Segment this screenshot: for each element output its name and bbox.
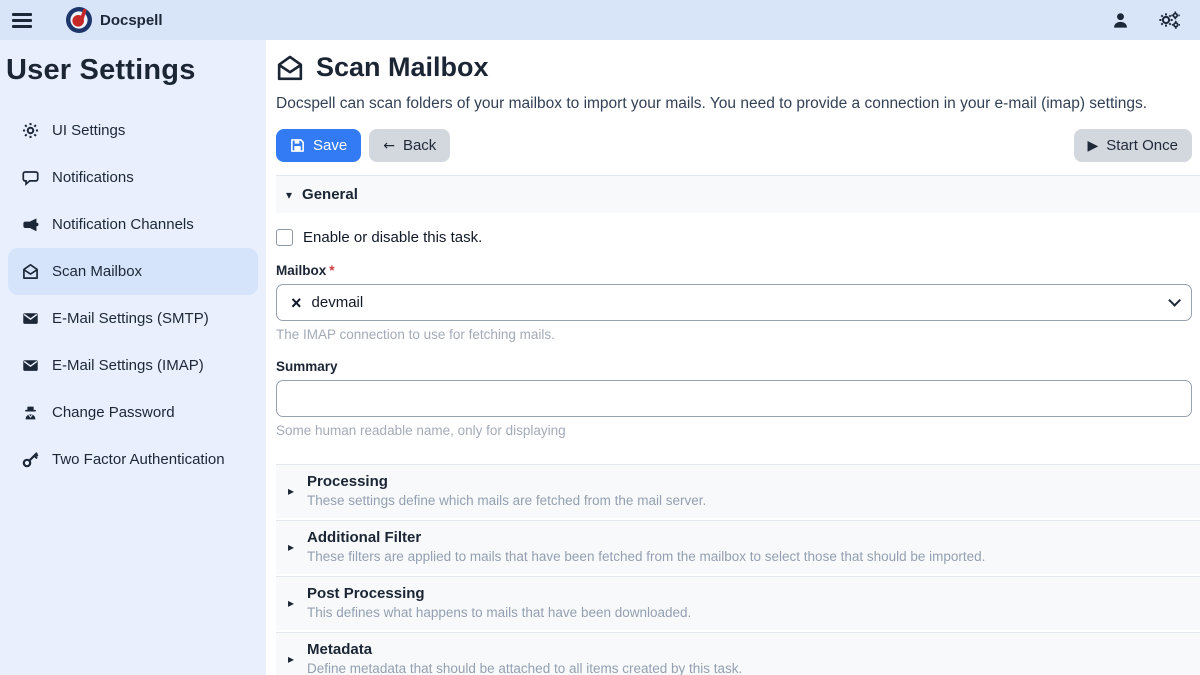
gears-settings-icon[interactable] xyxy=(1158,10,1180,30)
enable-task-label: Enable or disable this task. xyxy=(303,229,482,246)
section-description: Define metadata that should be attached … xyxy=(307,661,742,675)
save-button[interactable]: Save xyxy=(276,129,361,162)
chevron-down-icon xyxy=(1168,294,1181,307)
enable-task-row[interactable]: Enable or disable this task. xyxy=(276,229,1192,246)
envelope-icon xyxy=(22,357,39,374)
section-post-processing[interactable]: ▸ Post Processing This defines what happ… xyxy=(276,576,1200,630)
enable-task-checkbox[interactable] xyxy=(276,229,293,246)
user-secret-icon xyxy=(22,405,39,421)
clear-selection-icon[interactable]: × xyxy=(291,294,302,312)
megaphone-icon xyxy=(22,216,39,233)
envelope-icon xyxy=(22,310,39,327)
sidebar-item-two-factor[interactable]: Two Factor Authentication xyxy=(8,436,258,483)
caret-right-icon: ▸ xyxy=(288,473,294,508)
sidebar-item-label: E-Mail Settings (SMTP) xyxy=(52,310,209,327)
sidebar-item-label: Notification Channels xyxy=(52,216,194,233)
main-content: Scan Mailbox Docspell can scan folders o… xyxy=(266,40,1200,675)
caret-right-icon: ▸ xyxy=(288,529,294,564)
sidebar-item-ui-settings[interactable]: UI Settings xyxy=(8,107,258,154)
sidebar-item-label: Scan Mailbox xyxy=(52,263,142,280)
section-title: Additional Filter xyxy=(307,529,985,546)
envelope-open-icon xyxy=(276,54,304,82)
general-section-title: General xyxy=(302,186,358,203)
section-title: Post Processing xyxy=(307,585,691,602)
start-once-button[interactable]: ▶ Start Once xyxy=(1074,129,1192,162)
sidebar-item-notification-channels[interactable]: Notification Channels xyxy=(8,201,258,248)
floppy-disk-icon xyxy=(290,138,305,153)
comment-icon xyxy=(22,169,39,186)
section-description: This defines what happens to mails that … xyxy=(307,605,691,620)
summary-help-text: Some human readable name, only for displ… xyxy=(276,423,1192,438)
caret-right-icon: ▸ xyxy=(288,585,294,620)
general-section-header[interactable]: ▾ General xyxy=(276,175,1200,213)
mailbox-help-text: The IMAP connection to use for fetching … xyxy=(276,327,1192,342)
section-title: Metadata xyxy=(307,641,742,658)
sidebar-item-change-password[interactable]: Change Password xyxy=(8,389,258,436)
summary-input[interactable] xyxy=(276,380,1192,417)
section-title: Processing xyxy=(307,473,706,490)
caret-down-icon: ▾ xyxy=(286,188,292,202)
sidebar-item-label: Two Factor Authentication xyxy=(52,451,225,468)
caret-right-icon: ▸ xyxy=(288,641,294,675)
section-description: These settings define which mails are fe… xyxy=(307,493,706,508)
section-processing[interactable]: ▸ Processing These settings define which… xyxy=(276,464,1200,518)
sidebar-item-label: UI Settings xyxy=(52,122,125,139)
gear-icon xyxy=(22,122,39,139)
key-icon xyxy=(22,451,39,468)
sidebar-item-label: Change Password xyxy=(52,404,175,421)
sidebar-item-email-imap[interactable]: E-Mail Settings (IMAP) xyxy=(8,342,258,389)
back-button[interactable]: ← Back xyxy=(369,129,450,162)
mailbox-label: Mailbox* xyxy=(276,263,1192,278)
brand[interactable]: Docspell xyxy=(66,7,163,33)
sidebar-item-email-smtp[interactable]: E-Mail Settings (SMTP) xyxy=(8,295,258,342)
user-account-icon[interactable] xyxy=(1111,11,1130,30)
mailbox-selected-value: devmail xyxy=(312,294,364,311)
envelope-open-icon xyxy=(22,263,39,280)
docspell-logo-icon xyxy=(66,7,92,33)
topbar: Docspell xyxy=(0,0,1200,40)
arrow-left-icon: ← xyxy=(383,139,395,153)
page-title: Scan Mailbox xyxy=(316,52,489,83)
mailbox-select[interactable]: × devmail xyxy=(276,284,1192,321)
sidebar-item-notifications[interactable]: Notifications xyxy=(8,154,258,201)
sidebar-item-label: E-Mail Settings (IMAP) xyxy=(52,357,204,374)
summary-label: Summary xyxy=(276,359,1192,374)
hamburger-menu-icon[interactable] xyxy=(12,11,32,30)
section-additional-filter[interactable]: ▸ Additional Filter These filters are ap… xyxy=(276,520,1200,574)
sidebar-item-scan-mailbox[interactable]: Scan Mailbox xyxy=(8,248,258,295)
sidebar-item-label: Notifications xyxy=(52,169,134,186)
page-description: Docspell can scan folders of your mailbo… xyxy=(276,92,1192,116)
section-metadata[interactable]: ▸ Metadata Define metadata that should b… xyxy=(276,632,1200,675)
section-description: These filters are applied to mails that … xyxy=(307,549,985,564)
sidebar: User Settings UI Settings xyxy=(0,40,266,675)
play-icon: ▶ xyxy=(1088,139,1099,153)
required-asterisk: * xyxy=(329,263,334,278)
sidebar-nav: UI Settings Notifications Notificat xyxy=(0,107,266,483)
toolbar: Save ← Back ▶ Start Once xyxy=(276,129,1192,162)
sidebar-title: User Settings xyxy=(0,50,266,87)
app-title: Docspell xyxy=(100,12,163,29)
collapsed-sections: ▸ Processing These settings define which… xyxy=(276,464,1200,675)
